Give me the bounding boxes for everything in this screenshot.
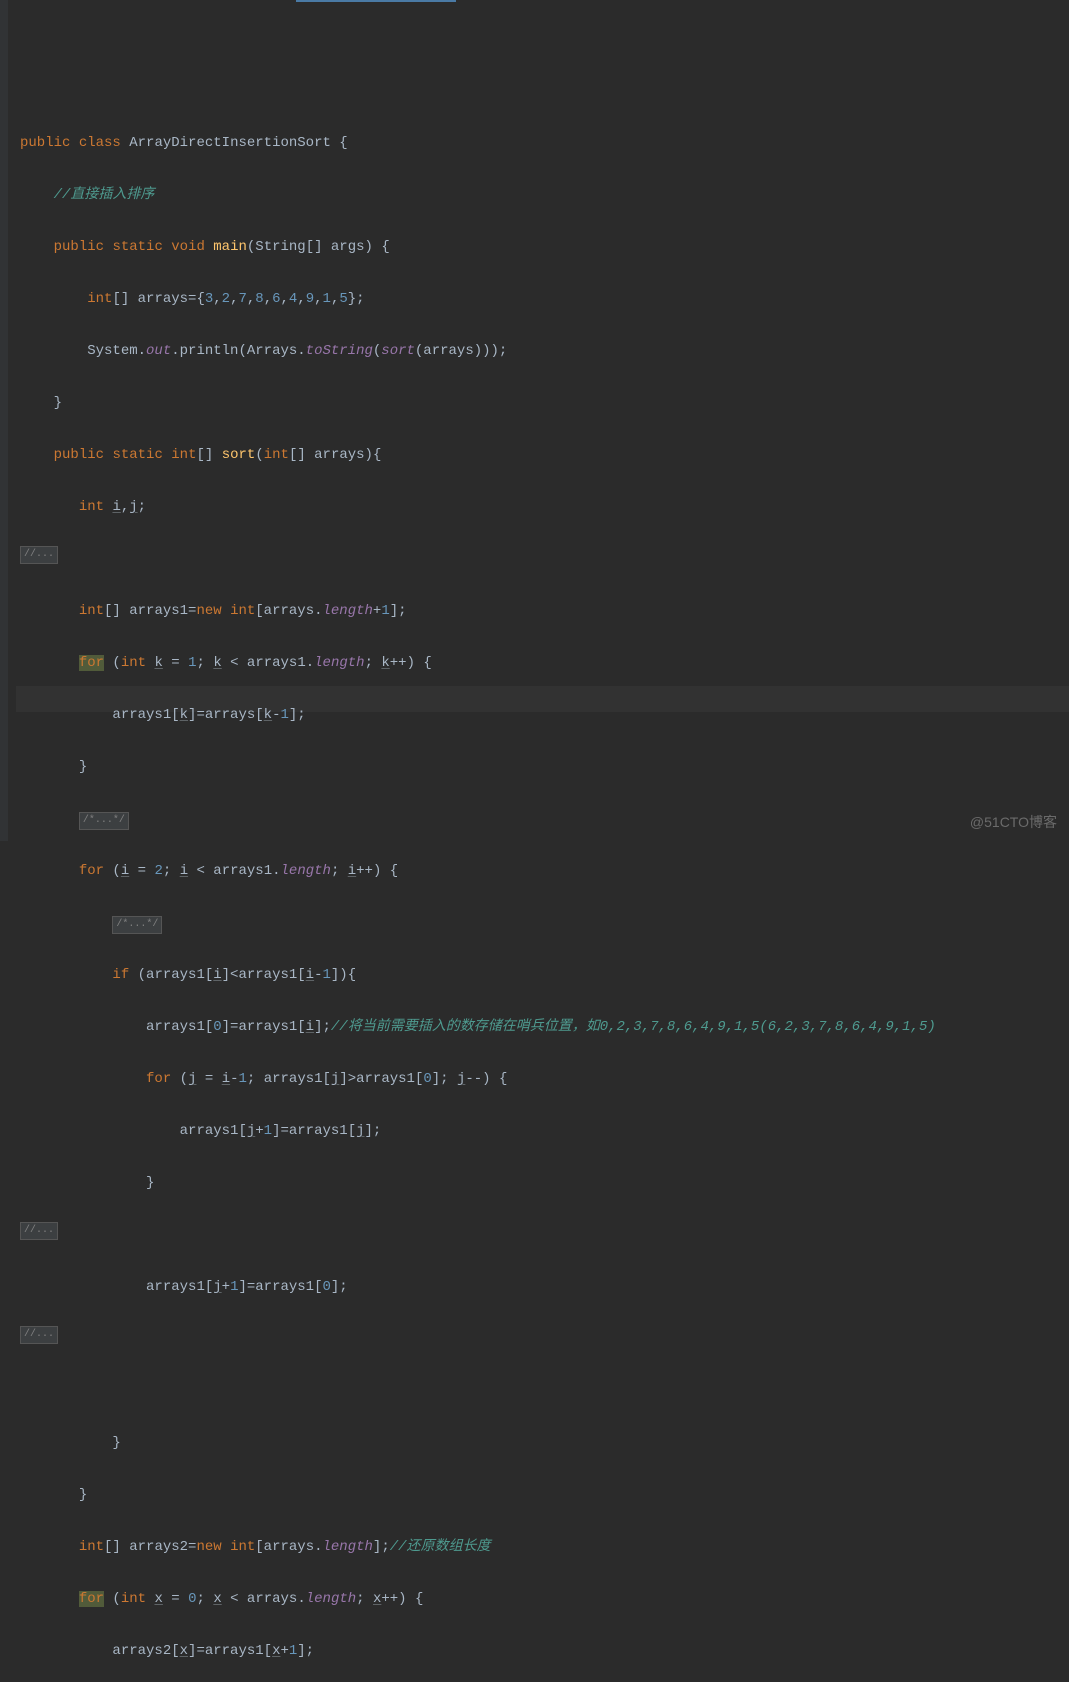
code-content: public class ArrayDirectInsertionSort { … — [20, 104, 1069, 1682]
comment: //将当前需要插入的数存储在哨兵位置，如0,2,3,7,8,6,4,9,1,5(… — [331, 1019, 936, 1035]
kw-static: static — [112, 239, 162, 255]
fold-marker[interactable]: //... — [20, 1326, 58, 1344]
kw-int: int — [79, 499, 104, 515]
args: (arrays))); — [415, 343, 507, 359]
out: out — [146, 343, 171, 359]
kw-int: int — [171, 447, 196, 463]
println: .println(Arrays. — [171, 343, 305, 359]
comment: //直接插入排序 — [54, 187, 155, 203]
nums: 3 — [205, 291, 213, 307]
kw-class: class — [79, 135, 121, 151]
var-i: i — [112, 499, 120, 515]
arr: [] arrays={ — [112, 291, 204, 307]
kw-public: public — [20, 135, 70, 151]
code-area[interactable]: public class ArrayDirectInsertionSort { … — [16, 0, 1069, 841]
fold-marker[interactable]: /*...*/ — [79, 812, 129, 830]
kw-int: int — [87, 291, 112, 307]
kw-for: for — [79, 655, 104, 671]
brace: { — [331, 135, 348, 151]
tostring: toString — [306, 343, 373, 359]
gutter — [0, 0, 8, 841]
fold-bar — [8, 0, 16, 841]
kw-for: for — [146, 1071, 171, 1087]
method-sort: sort — [222, 447, 256, 463]
kw-if: if — [112, 967, 129, 983]
sig: (String[] args) { — [247, 239, 390, 255]
method-main: main — [213, 239, 247, 255]
comment: //还原数组长度 — [390, 1539, 491, 1555]
sys: System. — [87, 343, 146, 359]
code-editor[interactable]: public class ArrayDirectInsertionSort { … — [0, 0, 1069, 841]
kw-public: public — [54, 447, 104, 463]
kw-for: for — [79, 863, 104, 879]
var-j: j — [129, 499, 137, 515]
class-name: ArrayDirectInsertionSort — [129, 135, 331, 151]
fold-marker[interactable]: //... — [20, 1222, 58, 1240]
tab-indicator — [296, 0, 456, 2]
kw-public: public — [54, 239, 104, 255]
kw-for: for — [79, 1591, 104, 1607]
brace: } — [54, 395, 62, 411]
end: }; — [348, 291, 365, 307]
fold-marker[interactable]: /*...*/ — [112, 916, 162, 934]
kw-void: void — [171, 239, 205, 255]
sort: sort — [381, 343, 415, 359]
fold-marker[interactable]: //... — [20, 546, 58, 564]
kw-static: static — [112, 447, 162, 463]
